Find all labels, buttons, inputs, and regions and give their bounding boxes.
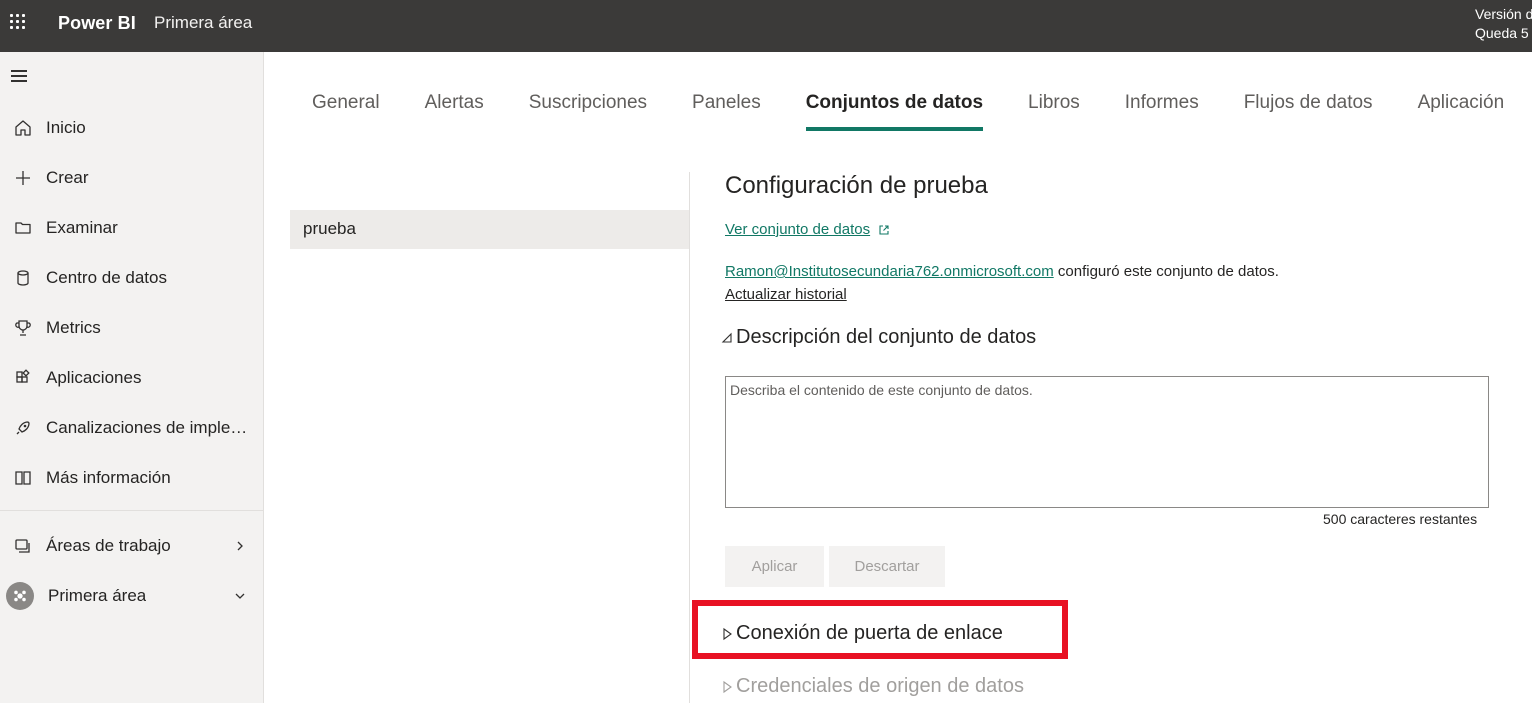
trophy-icon xyxy=(0,319,46,337)
tab-libros[interactable]: Libros xyxy=(1028,92,1080,132)
rocket-icon xyxy=(0,419,46,437)
nav-label: Metrics xyxy=(46,318,101,337)
nav-item-aplicaciones[interactable]: Aplicaciones xyxy=(0,358,264,398)
owner-email-link[interactable]: Ramon@Institutosecundaria762.onmicrosoft… xyxy=(725,263,1054,280)
folder-icon xyxy=(0,219,46,237)
home-icon xyxy=(0,119,46,137)
trial-line-1: Versión de xyxy=(1475,6,1532,22)
triangle-collapsed-icon xyxy=(723,680,732,693)
discard-button[interactable]: Descartar xyxy=(829,546,945,587)
nav-label: Examinar xyxy=(46,218,118,237)
tab-aplicacion[interactable]: Aplicación xyxy=(1418,92,1505,132)
settings-title: Configuración de prueba xyxy=(725,172,988,199)
tab-paneles[interactable]: Paneles xyxy=(692,92,761,132)
triangle-collapsed-icon xyxy=(723,627,732,640)
credentials-section-title: Credenciales de origen de datos xyxy=(736,675,1024,697)
triangle-expanded-icon xyxy=(721,332,732,343)
view-dataset-label[interactable]: Ver conjunto de datos xyxy=(725,221,870,238)
plus-icon xyxy=(0,169,46,187)
nav-label: Inicio xyxy=(46,118,86,137)
chevron-down-icon[interactable] xyxy=(234,590,246,602)
configured-suffix: configuró este conjunto de datos. xyxy=(1053,263,1279,280)
tab-general[interactable]: General xyxy=(312,92,380,132)
gateway-section-header[interactable]: Conexión de puerta de enlace xyxy=(720,622,1003,645)
hamburger-menu-icon[interactable] xyxy=(11,70,27,82)
nav-divider xyxy=(0,510,264,511)
nav-label: Más información xyxy=(46,468,171,487)
workspace-avatar-icon xyxy=(6,582,34,610)
chars-remaining: 500 caracteres restantes xyxy=(1323,511,1478,527)
left-nav: Inicio Crear Examinar Centro de datos Me… xyxy=(0,52,264,703)
panel-divider xyxy=(689,172,690,703)
credentials-section-header[interactable]: Credenciales de origen de datos xyxy=(720,675,1024,698)
trial-line-2: Queda 5 xyxy=(1475,25,1529,41)
external-link-icon xyxy=(879,224,889,235)
app-launcher-icon[interactable] xyxy=(10,14,28,32)
tab-conjuntos-de-datos[interactable]: Conjuntos de datos xyxy=(805,92,984,132)
tab-suscripciones[interactable]: Suscripciones xyxy=(529,92,647,132)
brand-name[interactable]: Power BI xyxy=(58,13,136,34)
nav-item-current-workspace[interactable]: Primera área xyxy=(0,576,264,616)
nav-item-areas-de-trabajo[interactable]: Áreas de trabajo xyxy=(0,526,264,566)
description-section-header[interactable]: Descripción del conjunto de datos xyxy=(720,326,1036,349)
settings-tabs: General Alertas Suscripciones Paneles Co… xyxy=(312,92,1532,132)
database-icon xyxy=(0,269,46,287)
trial-notice: Versión de Queda 5 xyxy=(1475,5,1532,43)
view-dataset-link[interactable]: Ver conjunto de datos xyxy=(725,221,890,238)
workspaces-icon xyxy=(0,537,46,555)
apps-icon xyxy=(0,369,46,387)
nav-label: Áreas de trabajo xyxy=(46,536,171,555)
nav-label: Primera área xyxy=(48,586,147,605)
tab-informes[interactable]: Informes xyxy=(1125,92,1199,132)
configured-by-text: Ramon@Institutosecundaria762.onmicrosoft… xyxy=(725,263,1279,280)
top-header: Power BI Primera área Versión de Queda 5 xyxy=(0,0,1532,52)
gateway-section-title: Conexión de puerta de enlace xyxy=(736,622,1003,644)
nav-item-examinar[interactable]: Examinar xyxy=(0,208,264,248)
nav-item-metrics[interactable]: Metrics xyxy=(0,308,264,348)
nav-item-mas-informacion[interactable]: Más información xyxy=(0,458,264,498)
chevron-right-icon[interactable] xyxy=(234,540,246,552)
refresh-history-link[interactable]: Actualizar historial xyxy=(725,286,847,303)
nav-label: Aplicaciones xyxy=(46,368,142,387)
nav-item-inicio[interactable]: Inicio xyxy=(0,108,264,148)
nav-label: Crear xyxy=(46,168,89,187)
description-textarea[interactable] xyxy=(725,376,1489,508)
nav-item-canalizaciones[interactable]: Canalizaciones de implementación xyxy=(0,408,264,448)
nav-label: Centro de datos xyxy=(46,268,167,287)
dataset-list-item[interactable]: prueba xyxy=(290,210,689,249)
book-icon xyxy=(0,469,46,487)
description-section-title: Descripción del conjunto de datos xyxy=(736,326,1037,348)
tab-flujos-de-datos[interactable]: Flujos de datos xyxy=(1244,92,1373,132)
nav-label: Canalizaciones de implementación xyxy=(46,418,260,437)
workspace-breadcrumb[interactable]: Primera área xyxy=(154,13,252,33)
apply-button[interactable]: Aplicar xyxy=(725,546,824,587)
nav-item-crear[interactable]: Crear xyxy=(0,158,264,198)
nav-item-centro-de-datos[interactable]: Centro de datos xyxy=(0,258,264,298)
tab-alertas[interactable]: Alertas xyxy=(425,92,484,132)
